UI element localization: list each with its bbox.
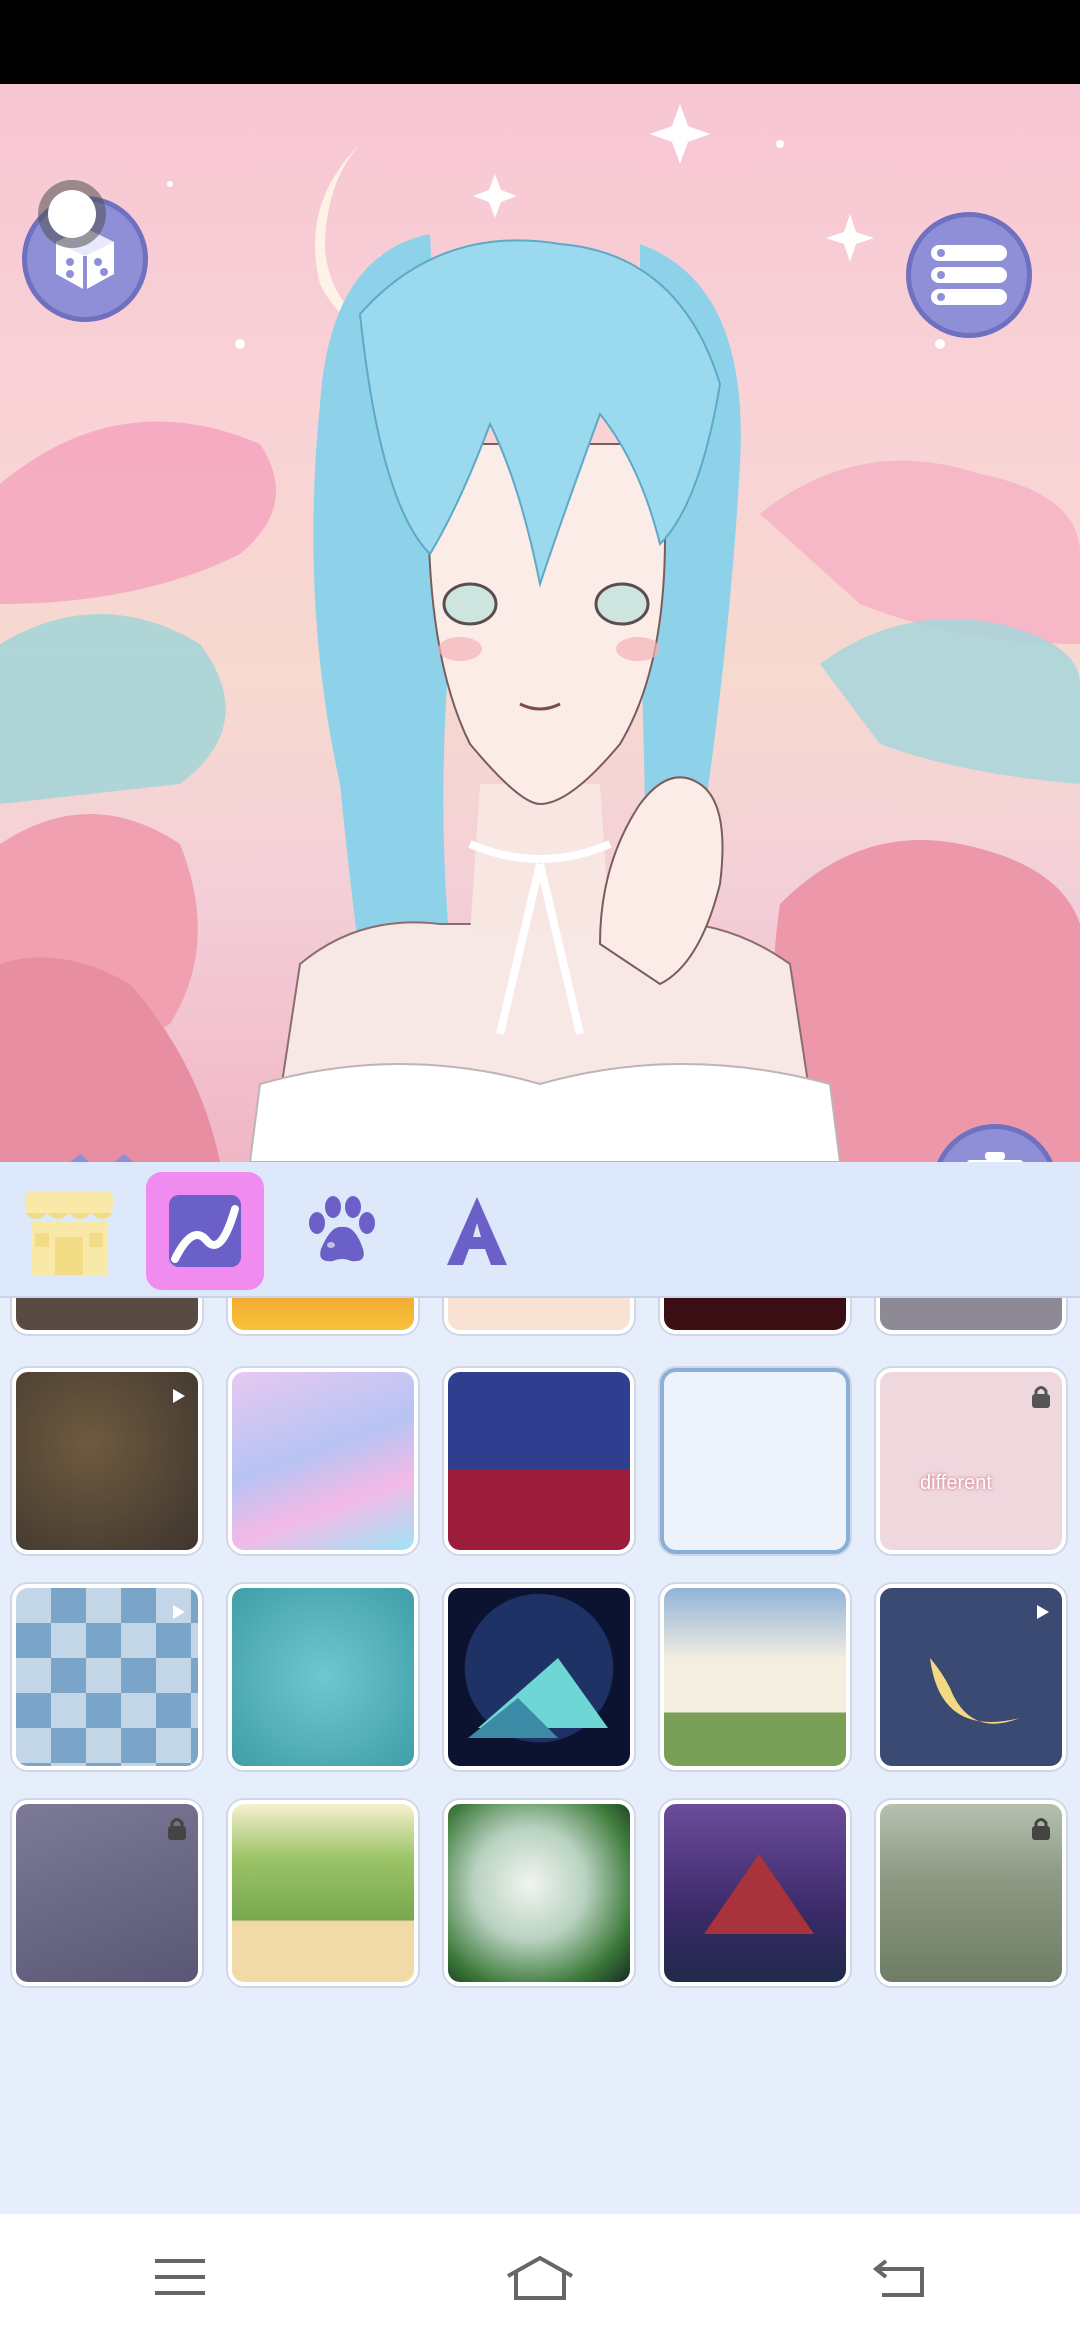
tab-background[interactable] xyxy=(146,1172,264,1290)
letter-a-icon xyxy=(447,1197,507,1265)
trash-icon xyxy=(967,1152,1023,1162)
tile-night-mountain[interactable] xyxy=(444,1584,634,1770)
home-button[interactable] xyxy=(480,2237,600,2317)
tile-grass-beach[interactable] xyxy=(228,1800,418,1986)
back-icon xyxy=(872,2259,924,2297)
tile-blue-checker-bows[interactable] xyxy=(12,1584,202,1770)
background-icon xyxy=(169,1195,241,1267)
tile-pastel-clouds[interactable] xyxy=(228,1368,418,1554)
tile-cherries-pink[interactable]: different xyxy=(876,1368,1066,1554)
tab-text[interactable] xyxy=(418,1172,536,1290)
collapse-panel-button[interactable] xyxy=(30,1148,140,1162)
volcano-art xyxy=(704,1854,814,1934)
menu-button[interactable] xyxy=(906,212,1032,338)
video-badge-icon xyxy=(173,1389,185,1403)
recent-apps-icon xyxy=(155,2259,205,2295)
mountain-art xyxy=(468,1658,608,1738)
tile-fire[interactable] xyxy=(228,1298,418,1334)
tile-crescent-moon[interactable] xyxy=(876,1584,1066,1770)
tile-grey-lace[interactable] xyxy=(876,1298,1066,1334)
tile-grey-rays[interactable] xyxy=(12,1800,202,1986)
tile-volcano-night[interactable] xyxy=(660,1800,850,1986)
tile-cloudy-meadow[interactable] xyxy=(660,1584,850,1770)
list-icon xyxy=(931,245,1007,305)
home-icon xyxy=(507,2255,573,2300)
tile-dark-pattern[interactable] xyxy=(12,1298,202,1334)
video-badge-icon xyxy=(173,1605,185,1619)
background-grid: different xyxy=(0,1298,1080,2214)
tile-peach-flowers[interactable] xyxy=(444,1298,634,1334)
tile-stationery-pattern[interactable] xyxy=(660,1368,850,1554)
tile-japanese-clouds-dark[interactable] xyxy=(12,1368,202,1554)
tab-pets[interactable] xyxy=(282,1172,400,1290)
recent-apps-button[interactable] xyxy=(120,2237,240,2317)
lock-icon xyxy=(1032,1386,1050,1408)
floating-toggle[interactable] xyxy=(48,190,96,238)
tile-waves-blue-red[interactable] xyxy=(444,1368,634,1554)
lock-icon xyxy=(1032,1818,1050,1840)
tile-green-glow[interactable] xyxy=(444,1800,634,1986)
tile-overlay-text: different xyxy=(920,1472,992,1494)
tab-shop[interactable] xyxy=(10,1172,128,1290)
back-button[interactable] xyxy=(840,2237,960,2317)
double-chevron-left-icon xyxy=(70,1154,134,1162)
tile-misty-field[interactable] xyxy=(876,1800,1066,1986)
tile-teal-swirls[interactable] xyxy=(228,1584,418,1770)
avatar-preview xyxy=(0,84,1080,1162)
app-screen: different xyxy=(0,0,1080,2340)
shop-icon xyxy=(25,1191,113,1275)
moon-art xyxy=(930,1658,1020,1724)
paw-icon xyxy=(309,1196,375,1262)
lock-icon xyxy=(168,1818,186,1840)
system-nav-bar xyxy=(0,2214,1080,2340)
tile-red-roses[interactable] xyxy=(660,1298,850,1334)
status-bar xyxy=(0,0,1080,84)
category-tab-bar xyxy=(0,1162,1080,1298)
